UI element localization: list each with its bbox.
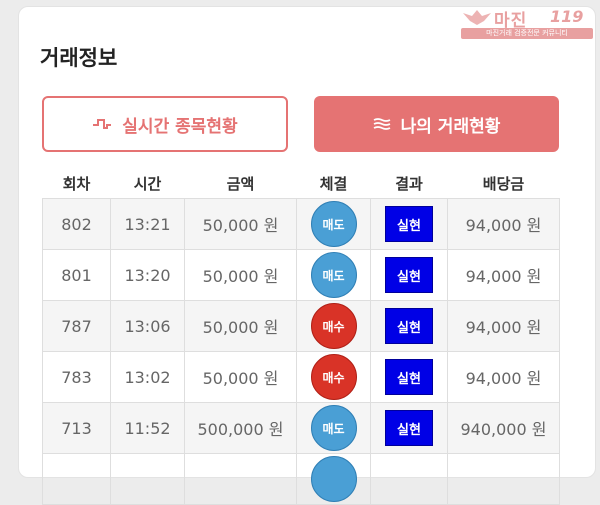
trade-table: 회차 시간 금액 체결 결과 배당금 802 13:21 50,000 원 매도… (42, 168, 560, 505)
round-cell: 801 (42, 249, 111, 301)
sell-badge (310, 456, 357, 502)
realtime-status-label: 실시간 종목현황 (122, 116, 238, 137)
header-result: 결과 (395, 174, 423, 193)
buy-badge: 매수 (310, 303, 357, 349)
result-badge: 실현 (385, 257, 433, 293)
menu-lines-icon (373, 117, 391, 131)
round-cell (42, 453, 111, 505)
amount-cell: 50,000 원 (184, 300, 297, 352)
sell-badge: 매도 (310, 405, 357, 451)
amount-cell: 50,000 원 (184, 198, 297, 250)
payout-cell: 94,000 원 (447, 351, 560, 403)
payout-cell: 94,000 원 (447, 198, 560, 250)
header-amount: 금액 (226, 174, 255, 193)
fill-cell: 매도 (296, 249, 371, 301)
table-row: 802 13:21 50,000 원 매도 실현 94,000 원 (42, 198, 560, 250)
round-cell: 713 (42, 402, 111, 454)
round-cell: 783 (42, 351, 111, 403)
payout-cell: 940,000 원 (447, 402, 560, 454)
fill-cell: 매도 (296, 402, 371, 454)
payout-cell: 94,000 원 (447, 249, 560, 301)
watermark: 마진 119 마진거래 검증전문 커뮤니티 (458, 6, 594, 40)
header-fill: 체결 (319, 174, 348, 193)
time-cell: 13:02 (110, 351, 185, 403)
my-trades-button[interactable]: 나의 거래현황 (314, 96, 559, 152)
time-cell (110, 453, 185, 505)
sell-badge: 매도 (310, 252, 357, 298)
table-row: 801 13:20 50,000 원 매도 실현 94,000 원 (42, 249, 560, 301)
time-cell: 13:21 (110, 198, 185, 250)
section-title: 거래정보 (40, 46, 118, 70)
table-header-row: 회차 시간 금액 체결 결과 배당금 (43, 168, 560, 199)
watermark-number: 119 (550, 7, 584, 26)
time-cell: 13:20 (110, 249, 185, 301)
time-cell: 13:06 (110, 300, 185, 352)
payout-cell: 94,000 원 (447, 300, 560, 352)
my-trades-label: 나의 거래현황 (400, 116, 501, 137)
amount-cell: 500,000 원 (184, 402, 297, 454)
result-badge: 실현 (385, 359, 433, 395)
sell-badge: 매도 (310, 201, 357, 247)
fill-cell: 매수 (296, 351, 371, 403)
table-row: 713 11:52 500,000 원 매도 실현 940,000 원 (42, 402, 560, 454)
result-cell: 실현 (370, 300, 448, 352)
result-badge: 실현 (385, 308, 433, 344)
payout-cell (447, 453, 560, 505)
time-cell: 11:52 (110, 402, 185, 454)
header-round: 회차 (62, 174, 91, 193)
buy-badge: 매수 (310, 354, 357, 400)
pulse-icon (92, 117, 112, 131)
table-row: 787 13:06 50,000 원 매수 실현 94,000 원 (42, 300, 560, 352)
table-row: 783 13:02 50,000 원 매수 실현 94,000 원 (42, 351, 560, 403)
header-payout: 배당금 (482, 174, 525, 193)
fill-cell (296, 453, 371, 505)
fill-cell: 매도 (296, 198, 371, 250)
fill-cell: 매수 (296, 300, 371, 352)
result-cell: 실현 (370, 198, 448, 250)
header-time: 시간 (133, 174, 162, 193)
realtime-status-button[interactable]: 실시간 종목현황 (42, 96, 288, 152)
eagle-logo-icon (463, 10, 491, 25)
result-cell: 실현 (370, 249, 448, 301)
amount-cell (184, 453, 297, 505)
result-cell (370, 453, 448, 505)
result-cell: 실현 (370, 351, 448, 403)
watermark-tagline: 마진거래 검증전문 커뮤니티 (461, 28, 593, 39)
amount-cell: 50,000 원 (184, 249, 297, 301)
result-badge: 실현 (385, 410, 433, 446)
round-cell: 787 (42, 300, 111, 352)
round-cell: 802 (42, 198, 111, 250)
table-row (42, 453, 560, 505)
result-badge: 실현 (385, 206, 433, 242)
amount-cell: 50,000 원 (184, 351, 297, 403)
result-cell: 실현 (370, 402, 448, 454)
